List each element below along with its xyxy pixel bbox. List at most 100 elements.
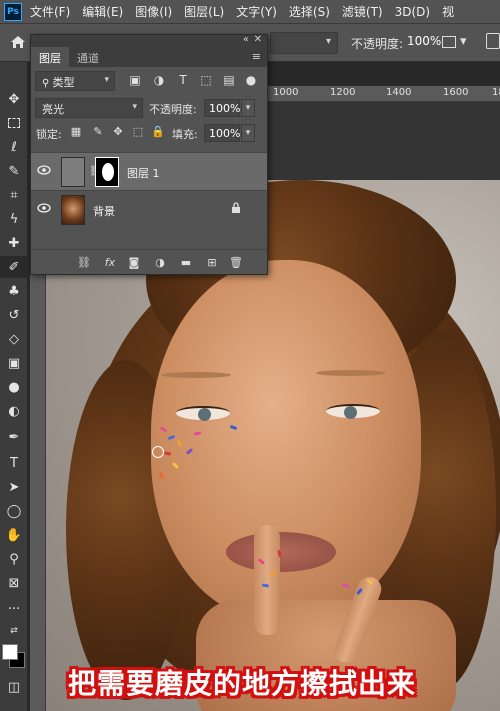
layer-style-icon[interactable]: fx — [103, 256, 117, 270]
smart-object-filter-icon[interactable]: ▤ — [222, 73, 236, 87]
eyedropper-tool-icon[interactable]: ϟ — [0, 208, 28, 230]
layer-thumbnail[interactable] — [61, 195, 85, 225]
collapse-icon[interactable]: « — [243, 34, 249, 45]
delete-layer-icon[interactable]: 🗑 — [229, 256, 243, 270]
type-tool-icon[interactable]: T — [0, 452, 28, 474]
layer-name[interactable]: 背景 — [93, 203, 115, 219]
menu-image[interactable]: 图像(I) — [135, 3, 172, 20]
brush-opacity-label: 不透明度: — [351, 37, 404, 51]
layer-name[interactable]: 图层 1 — [127, 165, 160, 181]
blur-tool-icon[interactable]: ● — [0, 376, 28, 398]
artboard-tool-icon[interactable]: ⊠ — [0, 572, 28, 594]
layer-opacity-input[interactable]: 100% — [204, 99, 240, 117]
quick-select-tool-icon[interactable]: ✎ — [0, 160, 28, 182]
fill-input[interactable]: 100% — [204, 124, 240, 142]
tab-layers[interactable]: 图层 — [31, 47, 69, 67]
close-icon[interactable]: ✕ — [254, 34, 262, 45]
airbrush-icon[interactable] — [486, 33, 500, 49]
type-filter-icon[interactable]: T — [176, 73, 190, 87]
pixel-filter-icon[interactable]: ▣ — [128, 73, 142, 87]
lock-all-icon[interactable]: 🔒 — [151, 125, 165, 139]
new-layer-icon[interactable]: ⊞ — [205, 256, 219, 270]
menu-view[interactable]: 视 — [442, 3, 454, 20]
blend-mode-value: 亮光 — [42, 103, 64, 116]
visibility-eye-icon[interactable] — [37, 203, 51, 213]
chevron-down-icon: ▾ — [325, 36, 331, 47]
blend-mode-dropdown[interactable]: 亮光 ▾ — [35, 98, 143, 118]
menu-select[interactable]: 选择(S) — [289, 3, 330, 20]
layer-opacity-label: 不透明度: — [149, 103, 197, 116]
visibility-eye-icon[interactable] — [37, 165, 51, 175]
foreground-color-swatch[interactable] — [2, 644, 18, 660]
vertical-ruler — [30, 270, 46, 711]
dodge-tool-icon[interactable]: ◐ — [0, 400, 28, 422]
menu-file[interactable]: 文件(F) — [30, 3, 70, 20]
adjustment-filter-icon[interactable]: ◑ — [152, 73, 166, 87]
right-eye — [326, 404, 380, 419]
move-tool-icon[interactable]: ✥ — [0, 88, 28, 110]
layer-kind-dropdown[interactable]: ⚲ 类型 ▾ — [35, 71, 115, 91]
ruler-tick: 1200 — [330, 87, 356, 98]
pressure-opacity-icon[interactable] — [442, 36, 456, 48]
lips — [226, 532, 336, 572]
lock-artboard-icon[interactable]: ⬚ — [131, 125, 145, 139]
shape-filter-icon[interactable]: ⬚ — [199, 73, 213, 87]
marquee-tool-icon[interactable] — [0, 112, 28, 134]
brush-mode-dropdown[interactable]: ▾ — [270, 32, 338, 54]
menu-type[interactable]: 文字(Y) — [236, 3, 277, 20]
brush-cursor-icon — [152, 446, 164, 458]
lock-position-icon[interactable]: ✥ — [111, 125, 125, 139]
lock-label: 锁定: — [36, 128, 62, 141]
menu-layer[interactable]: 图层(L) — [184, 3, 224, 20]
ruler-tick: 18 — [492, 87, 500, 98]
right-iris — [344, 406, 357, 419]
link-layers-icon[interactable]: ⛓ — [77, 256, 91, 270]
shape-tool-icon[interactable]: ◯ — [0, 500, 28, 522]
photoshop-logo-icon[interactable]: Ps — [4, 2, 22, 21]
home-icon[interactable] — [10, 35, 26, 49]
chevron-down-icon: ▾ — [104, 75, 109, 85]
brush-tool-icon[interactable]: ✐ — [0, 256, 28, 278]
filter-toggle-icon[interactable]: ● — [244, 73, 258, 87]
menu-3d[interactable]: 3D(D) — [395, 5, 430, 19]
clone-stamp-tool-icon[interactable]: ♣ — [0, 280, 28, 302]
panel-header: « ✕ — [31, 34, 267, 47]
fill-slider-toggle[interactable]: ▾ — [241, 124, 255, 142]
swap-colors-icon[interactable]: ⇄ — [0, 620, 28, 642]
adjustment-layer-icon[interactable]: ◑ — [153, 256, 167, 270]
lock-image-icon[interactable]: ✎ — [91, 125, 105, 139]
healing-brush-tool-icon[interactable]: ✚ — [0, 232, 28, 254]
left-eyebrow — [161, 372, 231, 378]
path-select-tool-icon[interactable]: ➤ — [0, 476, 28, 498]
panel-tabs: 图层 通道 ≡ — [31, 47, 267, 67]
layer-thumbnail[interactable] — [61, 157, 85, 187]
more-tools-icon[interactable]: ··· — [0, 598, 28, 620]
lock-transparent-icon[interactable]: ▦ — [69, 125, 83, 139]
new-group-icon[interactable]: ▬ — [179, 256, 193, 270]
history-brush-tool-icon[interactable]: ↺ — [0, 304, 28, 326]
pen-tool-icon[interactable]: ✒ — [0, 426, 28, 448]
crop-tool-icon[interactable]: ⌗ — [0, 184, 28, 206]
panel-menu-icon[interactable]: ≡ — [252, 50, 261, 63]
flow-icon[interactable]: ▾ — [460, 34, 467, 49]
zoom-tool-icon[interactable]: ⚲ — [0, 548, 28, 570]
quick-mask-icon[interactable]: ◫ — [0, 676, 28, 698]
eraser-tool-icon[interactable]: ◇ — [0, 328, 28, 350]
video-caption: 把需要磨皮的地方擦拭出来 — [68, 667, 417, 700]
add-mask-icon[interactable]: ◙ — [127, 256, 141, 270]
layer-mask-thumbnail[interactable] — [95, 157, 119, 187]
menu-edit[interactable]: 编辑(E) — [82, 3, 123, 20]
menu-filter[interactable]: 滤镜(T) — [342, 3, 383, 20]
gradient-tool-icon[interactable]: ▣ — [0, 352, 28, 374]
lasso-tool-icon[interactable]: ℓ — [0, 136, 28, 158]
lock-row: 锁定: ▦ ✎ ✥ ⬚ 🔒 填充: 100% ▾ — [31, 121, 267, 145]
ruler-tick: 1000 — [273, 87, 299, 98]
canvas-pasteboard — [268, 102, 500, 180]
brush-opacity-input[interactable]: 100% — [407, 34, 441, 48]
layers-panel-footer: ⛓ fx ◙ ◑ ▬ ⊞ 🗑 — [31, 249, 267, 275]
hand-tool-icon[interactable]: ✋ — [0, 524, 28, 546]
opacity-slider-toggle[interactable]: ▾ — [241, 99, 255, 117]
layer-row-background[interactable]: 背景 — [31, 190, 267, 228]
layer-row-layer1[interactable]: ⛓ 图层 1 — [31, 152, 267, 190]
tab-channels[interactable]: 通道 — [69, 47, 107, 67]
